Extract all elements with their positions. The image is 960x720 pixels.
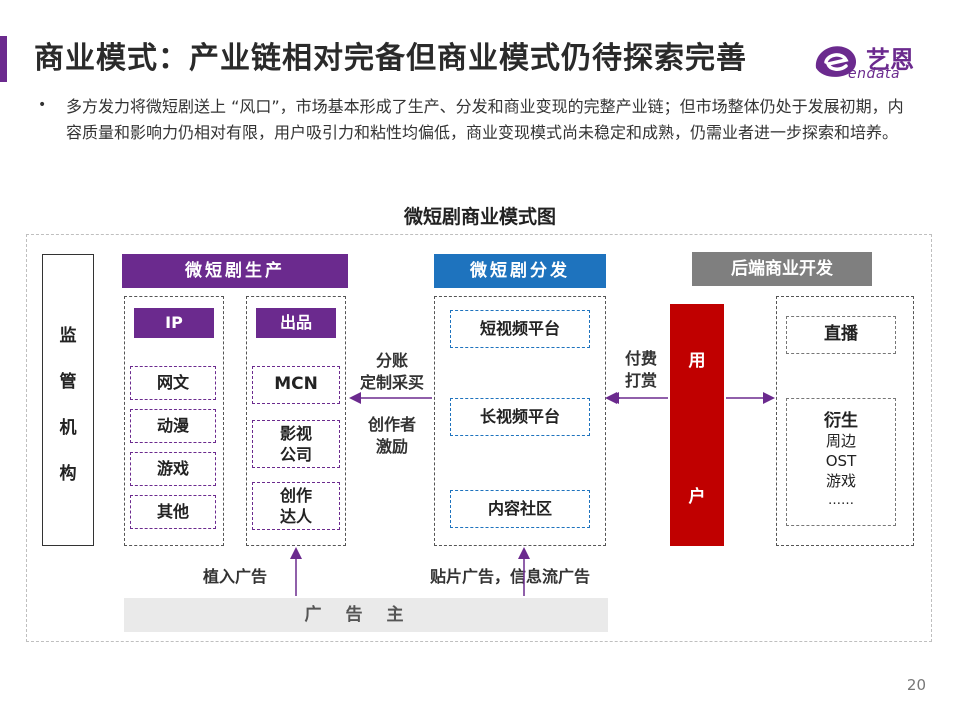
regulator-char: 管 [59, 372, 77, 392]
backend-header: 后端商业开发 [692, 252, 872, 286]
page-title: 商业模式：产业链相对完备但商业模式仍待探索完善 [34, 41, 747, 76]
user-bar: 用 户 [670, 304, 724, 546]
production-header: 微短剧生产 [122, 254, 348, 288]
flow-label-pay-reward: 付费 打赏 [624, 349, 657, 390]
platform-long-video: 长视频平台 [450, 398, 590, 436]
output-item-studio: 影视 公司 [252, 420, 340, 468]
advertiser-bar: 广告主 [124, 598, 608, 632]
output-chip: 出品 [256, 308, 336, 338]
platform-community: 内容社区 [450, 490, 590, 528]
flow-label-creator-incentive: 创作者 激励 [367, 415, 416, 456]
endata-logo: 艺恩 endata [810, 38, 930, 84]
regulator-char: 监 [59, 326, 77, 346]
flow-label-ad-feeds: 贴片广告，信息流广告 [429, 567, 590, 586]
summary-paragraph: 多方发力将微短剧送上 “风口”，市场基本形成了生产、分发和商业变现的完整产业链；… [66, 97, 904, 142]
derivative-item: OST [825, 452, 857, 470]
distribution-header: 微短剧分发 [434, 254, 606, 288]
output-item-mcn: MCN [252, 366, 340, 404]
regulator-char: 构 [59, 464, 77, 484]
logo-text-en: endata [848, 66, 901, 82]
backend-live: 直播 [786, 316, 896, 354]
ip-chip: IP [134, 308, 214, 338]
derivative-title: 衍生 [824, 411, 858, 431]
user-char: 用 [688, 351, 706, 371]
user-char: 户 [688, 487, 706, 507]
output-item-creator: 创作 达人 [252, 482, 340, 530]
derivative-item: 游戏 [825, 472, 856, 490]
bullet-icon: • [38, 97, 47, 113]
ip-item-webnovel: 网文 [130, 366, 216, 400]
ip-item-other: 其他 [130, 495, 216, 529]
platform-short-video: 短视频平台 [450, 310, 590, 348]
regulator-box: 监 管 机 构 [42, 254, 94, 546]
regulator-char: 机 [59, 418, 77, 438]
flow-label-product-placement: 植入广告 [202, 567, 267, 586]
page-number: 20 [906, 676, 926, 694]
diagram-title: 微短剧商业模式图 [403, 206, 556, 228]
ip-item-game: 游戏 [130, 452, 216, 486]
flow-label-revenue-share: 分账 定制采买 [359, 351, 424, 392]
backend-derivatives: 衍生 周边 OST 游戏 …… [786, 398, 896, 526]
derivative-item: 周边 [825, 432, 856, 450]
title-accent-bar [0, 36, 7, 82]
ip-item-anime: 动漫 [130, 409, 216, 443]
derivative-item: …… [828, 493, 854, 508]
